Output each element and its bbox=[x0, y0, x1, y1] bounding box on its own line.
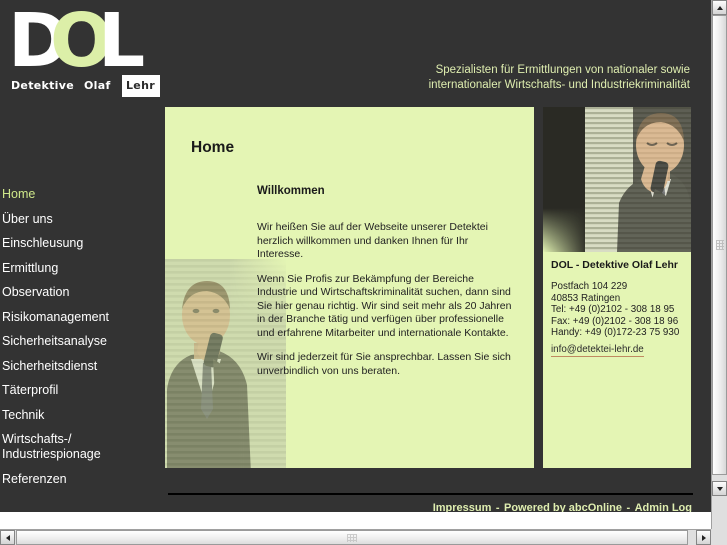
horizontal-scrollbar[interactable] bbox=[0, 529, 727, 545]
contact-title: DOL - Detektive Olaf Lehr bbox=[551, 259, 679, 271]
logo-word-lehr: Lehr bbox=[122, 75, 160, 97]
sidebar-item-taeterprofil[interactable]: Täterprofil bbox=[0, 383, 163, 408]
footer-link-powered-by[interactable]: Powered by abcOnline bbox=[504, 502, 622, 512]
sidebar-item-label: Home bbox=[2, 187, 36, 201]
chevron-right-icon bbox=[701, 534, 706, 541]
horizontal-scrollbar-thumb[interactable] bbox=[16, 530, 688, 545]
sidebar-item-label: Einschleusung bbox=[2, 236, 84, 250]
sidebar-item-risikomanagement[interactable]: Risikomanagement bbox=[0, 310, 163, 335]
detective-photo bbox=[543, 107, 691, 252]
sidebar-item-ermittlung[interactable]: Ermittlung bbox=[0, 261, 163, 286]
sidebar-item-label: Täterprofil bbox=[2, 383, 59, 397]
page-title: Home bbox=[191, 139, 235, 157]
sidebar-item-label: Sicherheitsanalyse bbox=[2, 334, 107, 348]
sidebar-item-wirtschaftsspionage[interactable]: Wirtschafts-/ Industriespionage bbox=[0, 432, 163, 472]
contact-email-link[interactable]: info@detektei-lehr.de bbox=[551, 344, 644, 357]
chevron-down-icon bbox=[716, 486, 723, 491]
site-header: D O L Detektive Olaf Lehr Spezialisten f… bbox=[0, 0, 711, 107]
sidebar-item-label: Referenzen bbox=[2, 471, 67, 486]
tagline-line-1: Spezialisten für Ermittlungen von nation… bbox=[435, 64, 690, 76]
scroll-down-button[interactable] bbox=[712, 481, 727, 496]
content-paragraph-2: Wenn Sie Profis zur Bekämpfung der Berei… bbox=[257, 272, 512, 339]
logo-mark: D O L bbox=[6, 0, 151, 84]
sidebar-item-label-second-line: Industriespionage bbox=[2, 447, 101, 461]
sidebar-item-sicherheitsanalyse[interactable]: Sicherheitsanalyse bbox=[0, 334, 163, 359]
sidebar-item-label: Risikomanagement bbox=[2, 309, 109, 324]
browser-viewport: D O L Detektive Olaf Lehr Spezialisten f… bbox=[0, 0, 727, 545]
logo-letter-l: L bbox=[98, 0, 145, 84]
logo-word-olaf: Olaf bbox=[84, 79, 111, 92]
contact-line-city: 40853 Ratingen bbox=[551, 292, 621, 304]
sidebar-item-technik[interactable]: Technik bbox=[0, 408, 163, 433]
footer-separator-1: - bbox=[495, 502, 500, 512]
scrollbar-grip-icon bbox=[716, 240, 724, 250]
footer-link-impressum[interactable]: Impressum bbox=[433, 502, 492, 512]
chevron-up-icon bbox=[716, 5, 723, 10]
contact-line-handy: Handy: +49 (0)172-23 75 930 bbox=[551, 327, 680, 339]
right-sidebar-panel: DOL - Detektive Olaf Lehr Postfach 104 2… bbox=[543, 107, 691, 468]
vertical-scrollbar[interactable] bbox=[711, 0, 727, 529]
sidebar-item-label: Observation bbox=[2, 285, 70, 299]
scrollbar-corner bbox=[711, 529, 727, 545]
sidebar-item-home[interactable]: Home bbox=[0, 187, 163, 212]
sidebar-item-sicherheitsdienst[interactable]: Sicherheitsdienst bbox=[0, 359, 163, 384]
footer-links: Impressum - Powered by abcOnline - Admin… bbox=[420, 498, 692, 512]
contact-line-tel: Tel: +49 (0)2102 - 308 18 95 bbox=[551, 304, 675, 316]
content-paragraph-1: Wir heißen Sie auf der Webseite unserer … bbox=[257, 221, 488, 260]
header-tagline: Spezialisten für Ermittlungen von nation… bbox=[330, 63, 690, 93]
main-content-panel: Home Willkommen Wir heißen Sie auf der W… bbox=[165, 107, 534, 468]
scroll-up-button[interactable] bbox=[712, 0, 727, 15]
sidebar-item-label: Technik bbox=[2, 407, 45, 422]
scroll-right-button[interactable] bbox=[696, 530, 711, 545]
footer-link-admin-log[interactable]: Admin Log bbox=[635, 502, 692, 512]
tagline-line-2: internationaler Wirtschafts- und Industr… bbox=[428, 79, 690, 91]
contact-info-block: DOL - Detektive Olaf Lehr Postfach 104 2… bbox=[551, 259, 689, 357]
content-paragraph-3: Wir sind jederzeit für Sie ansprechbar. … bbox=[257, 351, 511, 377]
logo-word-detektive: Detektive bbox=[11, 79, 74, 92]
sidebar-item-label: Ermittlung bbox=[2, 260, 59, 275]
main-navigation: Home Über uns Einschleusung Ermittlung O… bbox=[0, 112, 163, 496]
scroll-left-button[interactable] bbox=[0, 530, 15, 545]
content-body: Willkommen Wir heißen Sie auf der Websei… bbox=[257, 185, 515, 389]
sidebar-item-referenzen[interactable]: Referenzen bbox=[0, 472, 163, 497]
site-logo[interactable]: D O L Detektive Olaf Lehr bbox=[6, 0, 160, 101]
chevron-left-icon bbox=[5, 534, 10, 541]
sidebar-item-label: Wirtschafts-/ bbox=[2, 432, 72, 446]
sidebar-item-label: Über uns bbox=[2, 211, 53, 226]
logo-wordmark: Detektive Olaf Lehr bbox=[8, 75, 160, 98]
footer-divider bbox=[168, 493, 693, 495]
sidebar-item-observation[interactable]: Observation bbox=[0, 285, 163, 310]
sidebar-item-einschleusung[interactable]: Einschleusung bbox=[0, 236, 163, 261]
vertical-scrollbar-thumb[interactable] bbox=[712, 15, 727, 475]
contact-line-fax: Fax: +49 (0)2102 - 308 18 96 bbox=[551, 315, 679, 327]
sidebar-item-label: Sicherheitsdienst bbox=[2, 358, 98, 373]
web-page: D O L Detektive Olaf Lehr Spezialisten f… bbox=[0, 0, 711, 512]
scrollbar-grip-icon bbox=[347, 534, 357, 542]
contact-line-postfach: Postfach 104 229 bbox=[551, 281, 628, 292]
footer-separator-2: - bbox=[626, 502, 631, 512]
content-heading: Willkommen bbox=[257, 185, 325, 197]
sidebar-item-ueber-uns[interactable]: Über uns bbox=[0, 212, 163, 237]
